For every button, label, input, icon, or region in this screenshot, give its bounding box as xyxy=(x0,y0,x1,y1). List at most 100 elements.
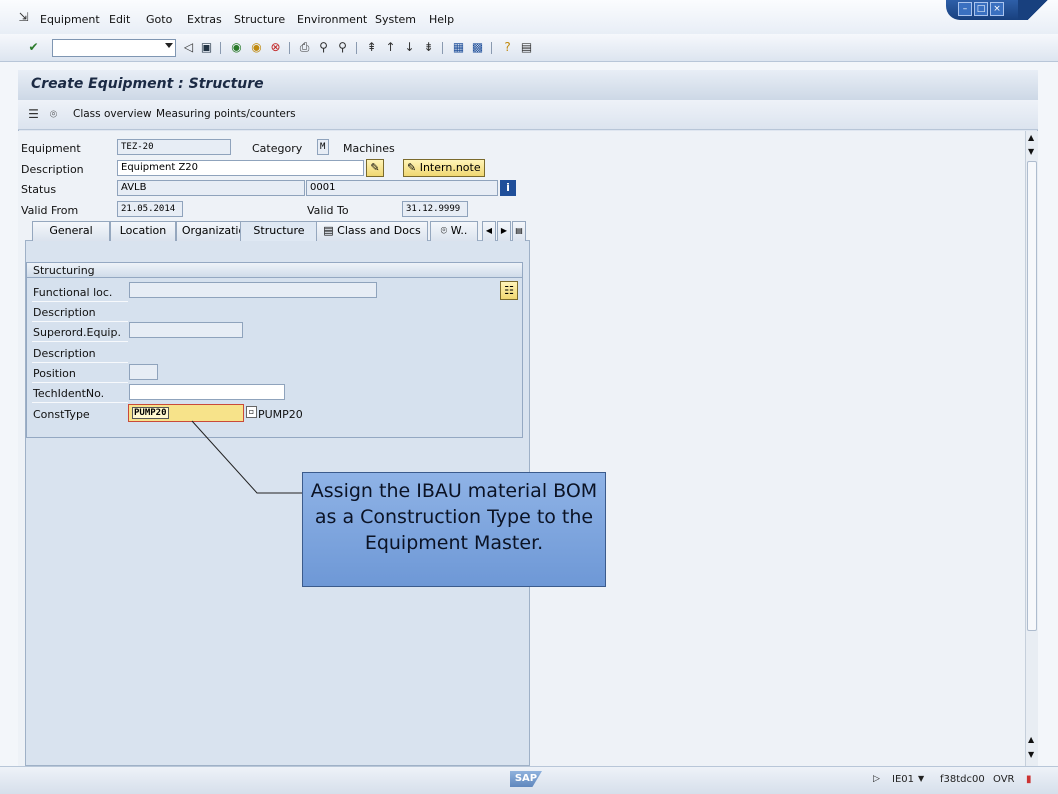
tab-list-icon[interactable]: ▤ xyxy=(512,221,526,241)
structuring-title: Structuring xyxy=(33,264,95,277)
save-icon[interactable]: ▣ xyxy=(199,40,214,55)
chevron-down-icon[interactable] xyxy=(165,43,173,48)
application-toolbar: ☰ ⌾ Class overview Measuring points/coun… xyxy=(18,100,1038,130)
tab-class-and-docs[interactable]: ▤ Class and Docs xyxy=(316,221,428,241)
menu-extras[interactable]: Extras xyxy=(187,13,222,26)
tab-w[interactable]: ⌾ W.. xyxy=(430,221,478,241)
status-number-field[interactable]: 0001 xyxy=(306,180,498,196)
status-lock-icon: ▮ xyxy=(1026,774,1032,785)
position-label: Position xyxy=(33,367,76,380)
chevron-down-icon[interactable]: ▼ xyxy=(918,774,924,783)
tab-structure[interactable]: Structure xyxy=(240,221,318,241)
class-icon: ▤ xyxy=(323,224,338,237)
tab-location[interactable]: Location xyxy=(110,221,176,241)
info-icon[interactable]: i xyxy=(500,180,516,196)
description-field[interactable]: Equipment Z20 xyxy=(117,160,364,176)
tab-class-and-docs-label: Class and Docs xyxy=(337,224,421,237)
category-label: Category xyxy=(252,142,303,155)
status-label: Status xyxy=(21,183,57,196)
position-field[interactable] xyxy=(129,364,158,380)
structure-graphic-icon[interactable]: ☷ xyxy=(500,281,518,300)
row-separator xyxy=(32,321,128,322)
row-separator xyxy=(32,402,128,403)
equipment-field[interactable]: TEZ-20 xyxy=(117,139,231,155)
back-icon[interactable]: ◉ xyxy=(229,40,244,55)
exit-icon[interactable]: ◉ xyxy=(249,40,264,55)
functional-loc-label: Functional loc. xyxy=(33,286,113,299)
pencil-icon: ✎ xyxy=(407,161,420,174)
measuring-points-button[interactable]: Measuring points/counters xyxy=(156,108,296,120)
insert-mode: OVR xyxy=(993,774,1015,785)
toolbar-separator xyxy=(491,42,492,54)
functional-loc-field[interactable] xyxy=(129,282,377,298)
transaction-code: IE01 xyxy=(892,774,914,785)
back-arrow-icon[interactable]: ◁ xyxy=(181,40,196,55)
menu-edit[interactable]: Edit xyxy=(109,13,130,26)
shortcut-icon[interactable]: ▩ xyxy=(470,40,485,55)
tab-scroll-left-icon[interactable]: ◀ xyxy=(482,221,496,241)
last-page-icon[interactable]: ⇟ xyxy=(421,40,436,55)
category-field[interactable]: M xyxy=(317,139,329,155)
superord-equip-field[interactable] xyxy=(129,322,243,338)
menu-help[interactable]: Help xyxy=(429,13,454,26)
binoculars-icon[interactable]: ⌾ xyxy=(46,107,61,122)
minimize-icon[interactable]: – xyxy=(958,2,972,16)
intern-note-label: Intern.note xyxy=(419,161,481,174)
tab-scroll-right-icon[interactable]: ▶ xyxy=(497,221,511,241)
sap-logo: SAP xyxy=(510,771,542,787)
toolbar-separator xyxy=(289,42,290,54)
structuring-group-header: Structuring xyxy=(27,263,522,278)
maximize-icon[interactable]: □ xyxy=(974,2,988,16)
command-field[interactable] xyxy=(52,39,176,57)
status-expand-icon[interactable]: ▷ xyxy=(873,774,880,784)
list-icon[interactable]: ☰ xyxy=(26,107,41,122)
next-page-icon[interactable]: ↓ xyxy=(402,40,417,55)
superord-description-label: Description xyxy=(33,347,96,360)
toolbar-separator xyxy=(356,42,357,54)
menu-environment[interactable]: Environment xyxy=(297,13,367,26)
tab-general[interactable]: General xyxy=(32,221,110,241)
callout-leader-line xyxy=(191,420,302,494)
edit-long-text-icon[interactable]: ✎ xyxy=(366,159,384,177)
find-next-icon[interactable]: ⚲ xyxy=(335,40,350,55)
scroll-down-icon[interactable]: ▼ xyxy=(1028,147,1034,156)
row-separator xyxy=(32,382,128,383)
menu-equipment[interactable]: Equipment xyxy=(40,13,100,26)
techident-label: TechIdentNo. xyxy=(33,387,105,400)
create-session-icon[interactable]: ▦ xyxy=(451,40,466,55)
consttype-value: PUMP20 xyxy=(132,407,169,419)
scroll-up-icon[interactable]: ▲ xyxy=(1028,735,1034,744)
class-overview-button[interactable]: Class overview xyxy=(73,108,152,120)
server-name: f38tdc00 xyxy=(940,774,985,785)
menu-goto[interactable]: Goto xyxy=(146,13,172,26)
menu-bar: ⇲ Equipment Edit Goto Extras Structure E… xyxy=(0,0,1058,34)
close-icon[interactable]: × xyxy=(990,2,1004,16)
scroll-down-icon[interactable]: ▼ xyxy=(1028,750,1034,759)
cancel-icon[interactable]: ⊗ xyxy=(268,40,283,55)
enter-check-icon[interactable]: ✔ xyxy=(26,40,41,55)
valid-to-label: Valid To xyxy=(307,204,349,217)
row-separator xyxy=(32,362,128,363)
print-icon[interactable]: ⎙ xyxy=(297,40,312,55)
menu-system[interactable]: System xyxy=(375,13,416,26)
first-page-icon[interactable]: ⇞ xyxy=(364,40,379,55)
consttype-label: ConstType xyxy=(33,408,90,421)
scroll-up-icon[interactable]: ▲ xyxy=(1028,133,1034,142)
status-field[interactable]: AVLB xyxy=(117,180,305,196)
menu-structure[interactable]: Structure xyxy=(234,13,285,26)
functional-loc-description-label: Description xyxy=(33,306,96,319)
help-icon[interactable]: ? xyxy=(500,40,515,55)
row-separator xyxy=(32,301,128,302)
menu-exit-icon[interactable]: ⇲ xyxy=(16,10,31,25)
previous-page-icon[interactable]: ↑ xyxy=(383,40,398,55)
intern-note-button[interactable]: ✎ Intern.note xyxy=(403,159,485,177)
scrollbar-thumb[interactable] xyxy=(1027,161,1037,631)
find-icon[interactable]: ⚲ xyxy=(316,40,331,55)
techident-field[interactable] xyxy=(129,384,285,400)
valid-from-field[interactable]: 21.05.2014 xyxy=(117,201,183,217)
valid-to-field[interactable]: 31.12.9999 xyxy=(402,201,468,217)
title-bar: Create Equipment : Structure xyxy=(18,70,1038,100)
vertical-scrollbar[interactable]: ▲ ▼ ▲ ▼ xyxy=(1025,131,1038,766)
layout-menu-icon[interactable]: ▤ xyxy=(519,40,534,55)
toolbar-separator xyxy=(442,42,443,54)
